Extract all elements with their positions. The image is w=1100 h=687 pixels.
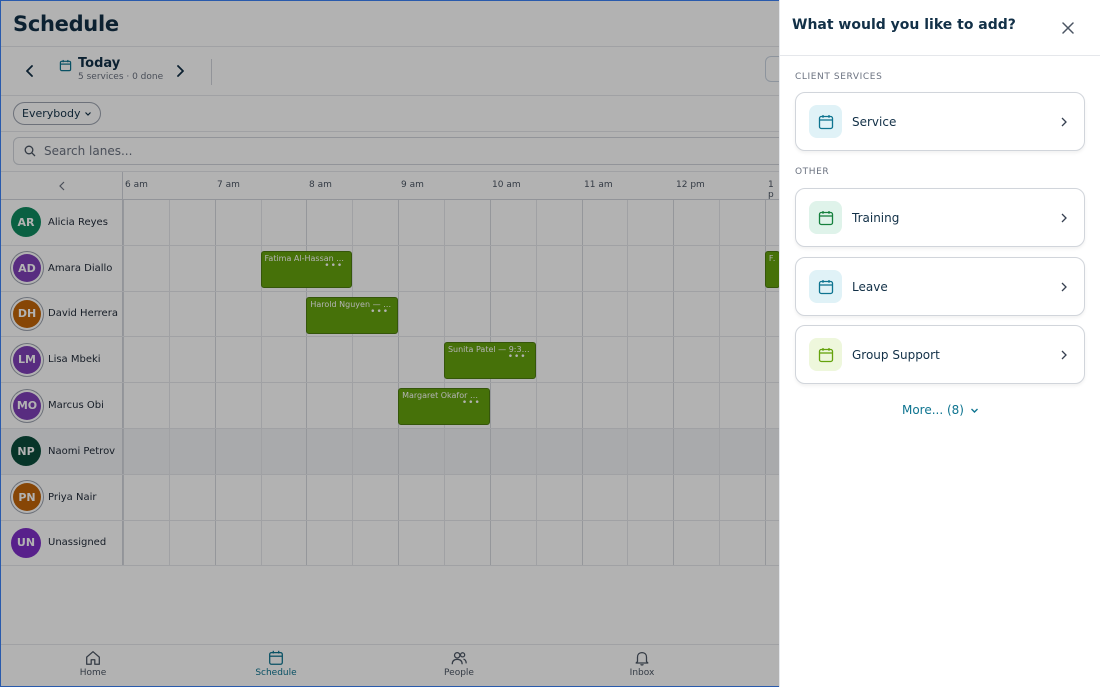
chevron-right-icon [1061, 213, 1067, 222]
option-chevron [1060, 350, 1068, 360]
modal-backdrop[interactable] [0, 0, 779, 687]
option-chevron [1060, 213, 1068, 223]
option-label: Leave [852, 279, 888, 294]
option-icon-badge [809, 105, 842, 138]
more-options-button[interactable]: More... (8) [780, 403, 1100, 417]
option-service[interactable]: Service [795, 92, 1085, 151]
option-leave[interactable]: Leave [795, 257, 1085, 316]
option-label: Group Support [852, 347, 940, 362]
drawer-title: What would you like to add? [792, 17, 1016, 33]
option-group-support[interactable]: Group Support [795, 325, 1085, 384]
option-icon-badge [809, 270, 842, 303]
calendar-icon [818, 347, 833, 362]
section-label-client-services: CLIENT SERVICES [795, 72, 883, 82]
option-chevron [1060, 117, 1068, 127]
close-icon [1062, 22, 1074, 34]
option-training[interactable]: Training [795, 188, 1085, 247]
option-label: Service [852, 114, 897, 129]
section-label-other: OTHER [795, 167, 830, 177]
calendar-icon [818, 210, 833, 225]
chevron-right-icon [1061, 282, 1067, 291]
calendar-icon [818, 279, 833, 294]
more-label: More... (8) [901, 403, 964, 417]
option-icon-badge [809, 338, 842, 371]
option-chevron [1060, 282, 1068, 292]
drawer-header: What would you like to add? [780, 0, 1100, 56]
close-button[interactable] [1056, 16, 1080, 40]
chevron-down-icon [971, 408, 978, 413]
option-label: Training [852, 210, 900, 225]
option-icon-badge [809, 201, 842, 234]
add-drawer: What would you like to add? CLIENT SERVI… [779, 0, 1100, 687]
calendar-icon [818, 114, 833, 129]
chevron-right-icon [1061, 117, 1067, 126]
chevron-right-icon [1061, 350, 1067, 359]
